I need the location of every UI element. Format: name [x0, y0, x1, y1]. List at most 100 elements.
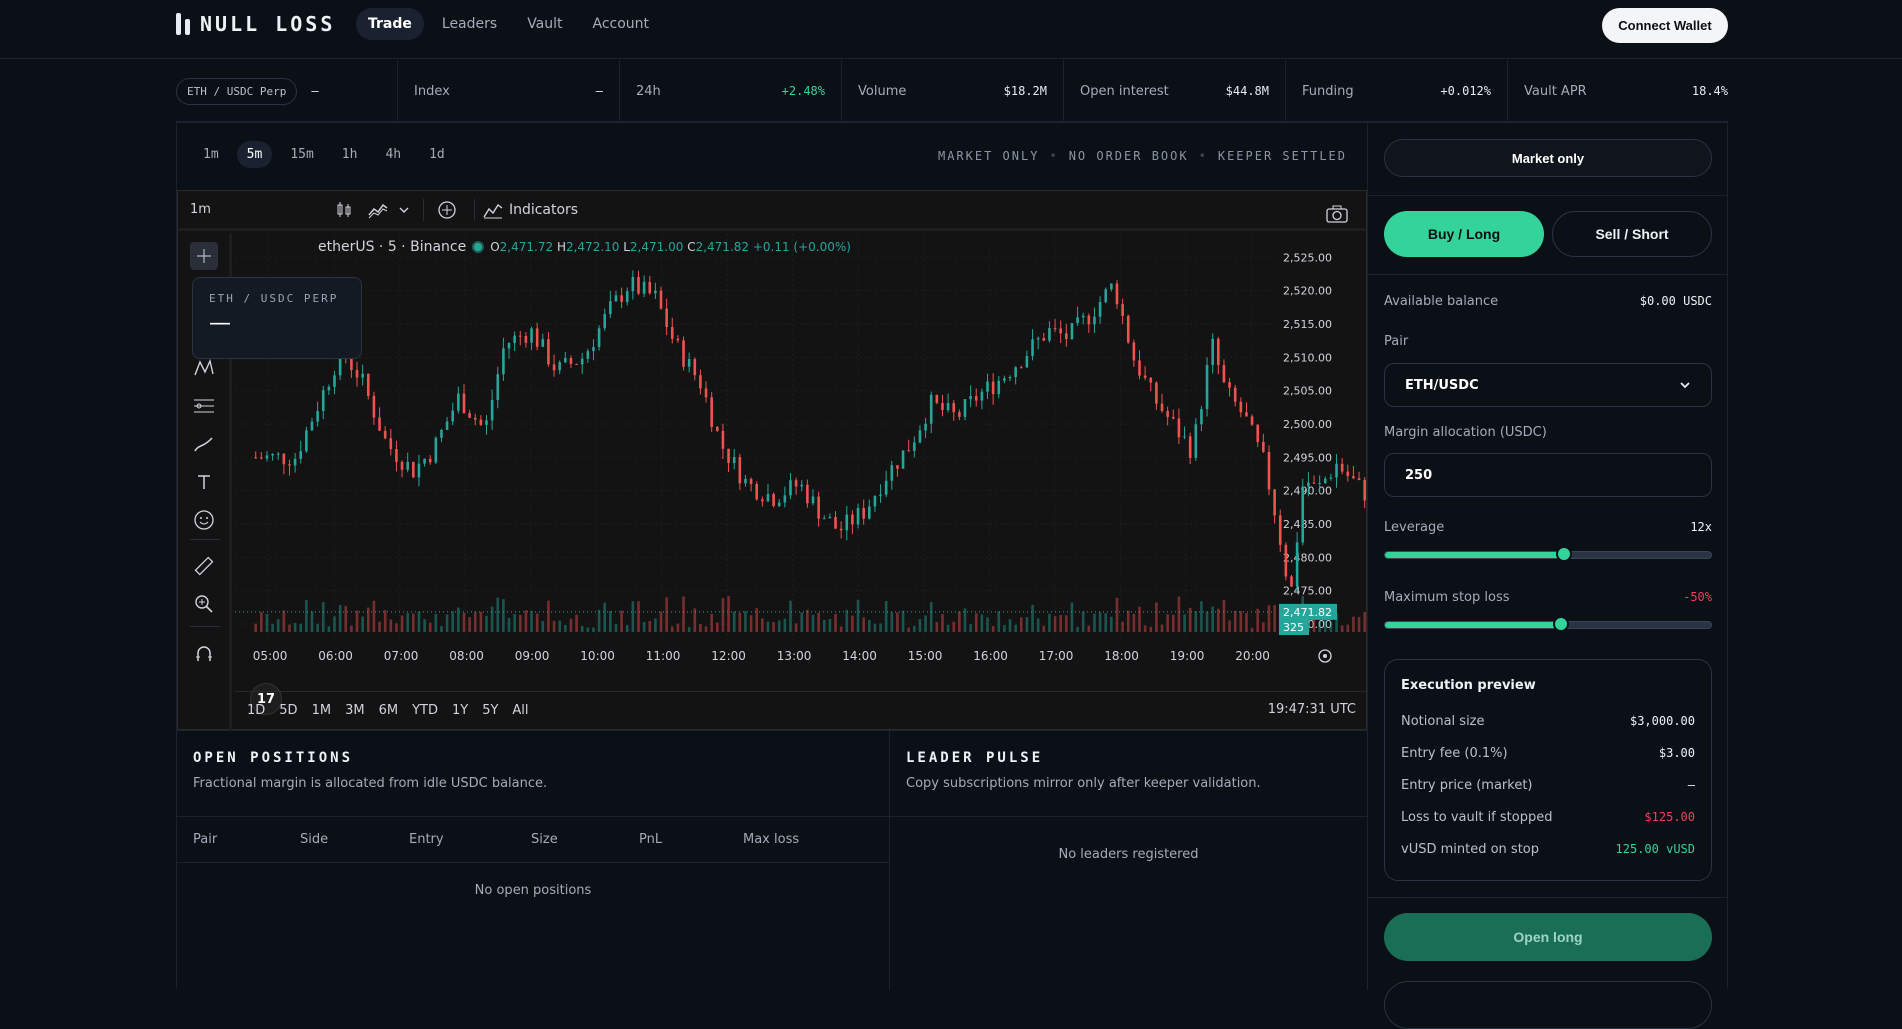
projection-icon[interactable]: [190, 392, 218, 420]
candle-body: [862, 508, 865, 519]
chart-clock[interactable]: 19:47:31 UTC: [1268, 702, 1356, 717]
range-ytd[interactable]: YTD: [412, 703, 438, 718]
pair-selector[interactable]: ETH / USDC Perp: [176, 77, 298, 105]
stop-loss-slider-handle[interactable]: [1553, 616, 1570, 632]
range-3m[interactable]: 3M: [345, 703, 365, 718]
sell-short-button[interactable]: Sell / Short: [1552, 211, 1712, 257]
volume-bar: [884, 600, 888, 632]
interval-selector[interactable]: 1m: [186, 195, 215, 225]
candle-body: [276, 453, 280, 455]
volume-bar: [924, 615, 927, 632]
candle-body: [378, 417, 381, 431]
x-tick-label: 09:00: [515, 649, 550, 663]
candle-body: [1076, 317, 1079, 323]
candle-body: [879, 494, 882, 497]
x-tick-label: 07:00: [384, 649, 419, 663]
candles-type-icon[interactable]: [329, 195, 359, 225]
candle-body: [896, 465, 899, 469]
panel-divider: [890, 816, 1367, 817]
range-all[interactable]: All: [512, 703, 528, 718]
candle-body: [293, 458, 297, 466]
camera-icon[interactable]: [1322, 199, 1352, 229]
tf-5m[interactable]: 5m: [236, 141, 273, 168]
volume-bar: [1256, 608, 1260, 632]
pair-select[interactable]: ETH/USDC: [1384, 363, 1712, 407]
volume-bar: [1250, 627, 1254, 632]
connect-wallet-button[interactable]: Connect Wallet: [1602, 8, 1728, 43]
ruler-icon[interactable]: [190, 552, 218, 580]
stop-loss-slider[interactable]: [1384, 616, 1712, 632]
volume-bar: [991, 625, 995, 632]
volume-bar: [783, 618, 787, 632]
ticker-funding: Funding +0.012%: [1285, 60, 1507, 122]
volume-bar: [732, 611, 736, 632]
volume-bar: [1019, 617, 1023, 632]
candle-body: [333, 375, 336, 387]
candle-body: [1346, 471, 1350, 477]
candle-body: [952, 403, 956, 413]
secondary-button[interactable]: [1384, 981, 1712, 1029]
nav-account[interactable]: Account: [581, 8, 662, 40]
preview-label: Notional size: [1401, 714, 1485, 729]
leverage-row: Leverage 12x: [1384, 520, 1712, 535]
timeframe-tabs: 1m 5m 15m 1h 4h 1d: [193, 141, 455, 168]
buy-long-button[interactable]: Buy / Long: [1384, 211, 1544, 257]
text-tool-icon[interactable]: [190, 468, 218, 496]
candle-body: [575, 363, 578, 365]
candlestick-plot[interactable]: 2,525.00 2,520.00 2,515.00 2,510.00 2,505.00…: [235, 234, 1366, 691]
volume-bar: [800, 612, 804, 632]
volume-bar: [507, 618, 511, 632]
magnet-icon[interactable]: [190, 640, 218, 668]
margin-input[interactable]: 250: [1384, 453, 1712, 497]
candle-body: [428, 458, 432, 463]
nav-trade[interactable]: Trade: [356, 8, 424, 40]
candle-body: [535, 328, 539, 347]
brush-icon[interactable]: [190, 430, 218, 458]
leverage-slider-handle[interactable]: [1556, 546, 1573, 562]
volume-bar: [1025, 617, 1029, 632]
volume-bar: [946, 624, 950, 632]
range-5d[interactable]: 5D: [279, 703, 297, 718]
col-side: Side: [300, 832, 329, 847]
market-only-button[interactable]: Market only: [1384, 139, 1712, 177]
candle-body: [851, 514, 854, 525]
range-1d[interactable]: 1D: [247, 703, 265, 718]
add-compare-icon[interactable]: [432, 195, 462, 225]
tag-no-order-book: NO ORDER BOOK: [1068, 149, 1189, 163]
y-tick-label: 2,495.00: [1283, 451, 1332, 464]
leader-pulse-panel: LEADER PULSE Copy subscriptions mirror o…: [889, 730, 1367, 990]
range-6m[interactable]: 6M: [379, 703, 399, 718]
nav-vault[interactable]: Vault: [515, 8, 574, 40]
volume-bar: [929, 602, 933, 632]
stop-loss-row: Maximum stop loss -50%: [1384, 590, 1712, 605]
zoom-in-icon[interactable]: [190, 590, 218, 618]
toolbar-divider: [473, 198, 475, 221]
brand-logo[interactable]: NULL LOSS: [176, 12, 335, 36]
x-tick-label: 10:00: [580, 649, 615, 663]
candle-body: [1155, 382, 1158, 404]
tf-15m[interactable]: 15m: [280, 141, 323, 168]
candle-body: [603, 314, 607, 329]
y-tick-label: 2,515.00: [1283, 318, 1332, 331]
volume-bar: [569, 618, 573, 632]
crosshair-icon[interactable]: [190, 242, 218, 270]
area-chart-icon[interactable]: [363, 195, 393, 225]
open-long-button[interactable]: Open long: [1384, 913, 1712, 961]
leverage-slider[interactable]: [1384, 546, 1712, 562]
range-5y[interactable]: 5Y: [482, 703, 498, 718]
volume-bar: [654, 618, 657, 632]
indicators-button[interactable]: Indicators: [483, 201, 578, 219]
range-1y[interactable]: 1Y: [452, 703, 468, 718]
tf-1h[interactable]: 1h: [332, 141, 368, 168]
volume-bar: [1177, 596, 1181, 632]
volume-bar: [845, 609, 849, 632]
tf-4h[interactable]: 4h: [375, 141, 411, 168]
nav-leaders[interactable]: Leaders: [430, 8, 509, 40]
settings-gear-icon: [1323, 654, 1327, 658]
emoji-icon[interactable]: [190, 506, 218, 534]
tf-1m[interactable]: 1m: [193, 141, 229, 168]
y-tick-label: 2,480.00: [1283, 551, 1332, 564]
tf-1d[interactable]: 1d: [419, 141, 455, 168]
chevron-down-icon[interactable]: [397, 195, 411, 225]
range-1m[interactable]: 1M: [312, 703, 332, 718]
